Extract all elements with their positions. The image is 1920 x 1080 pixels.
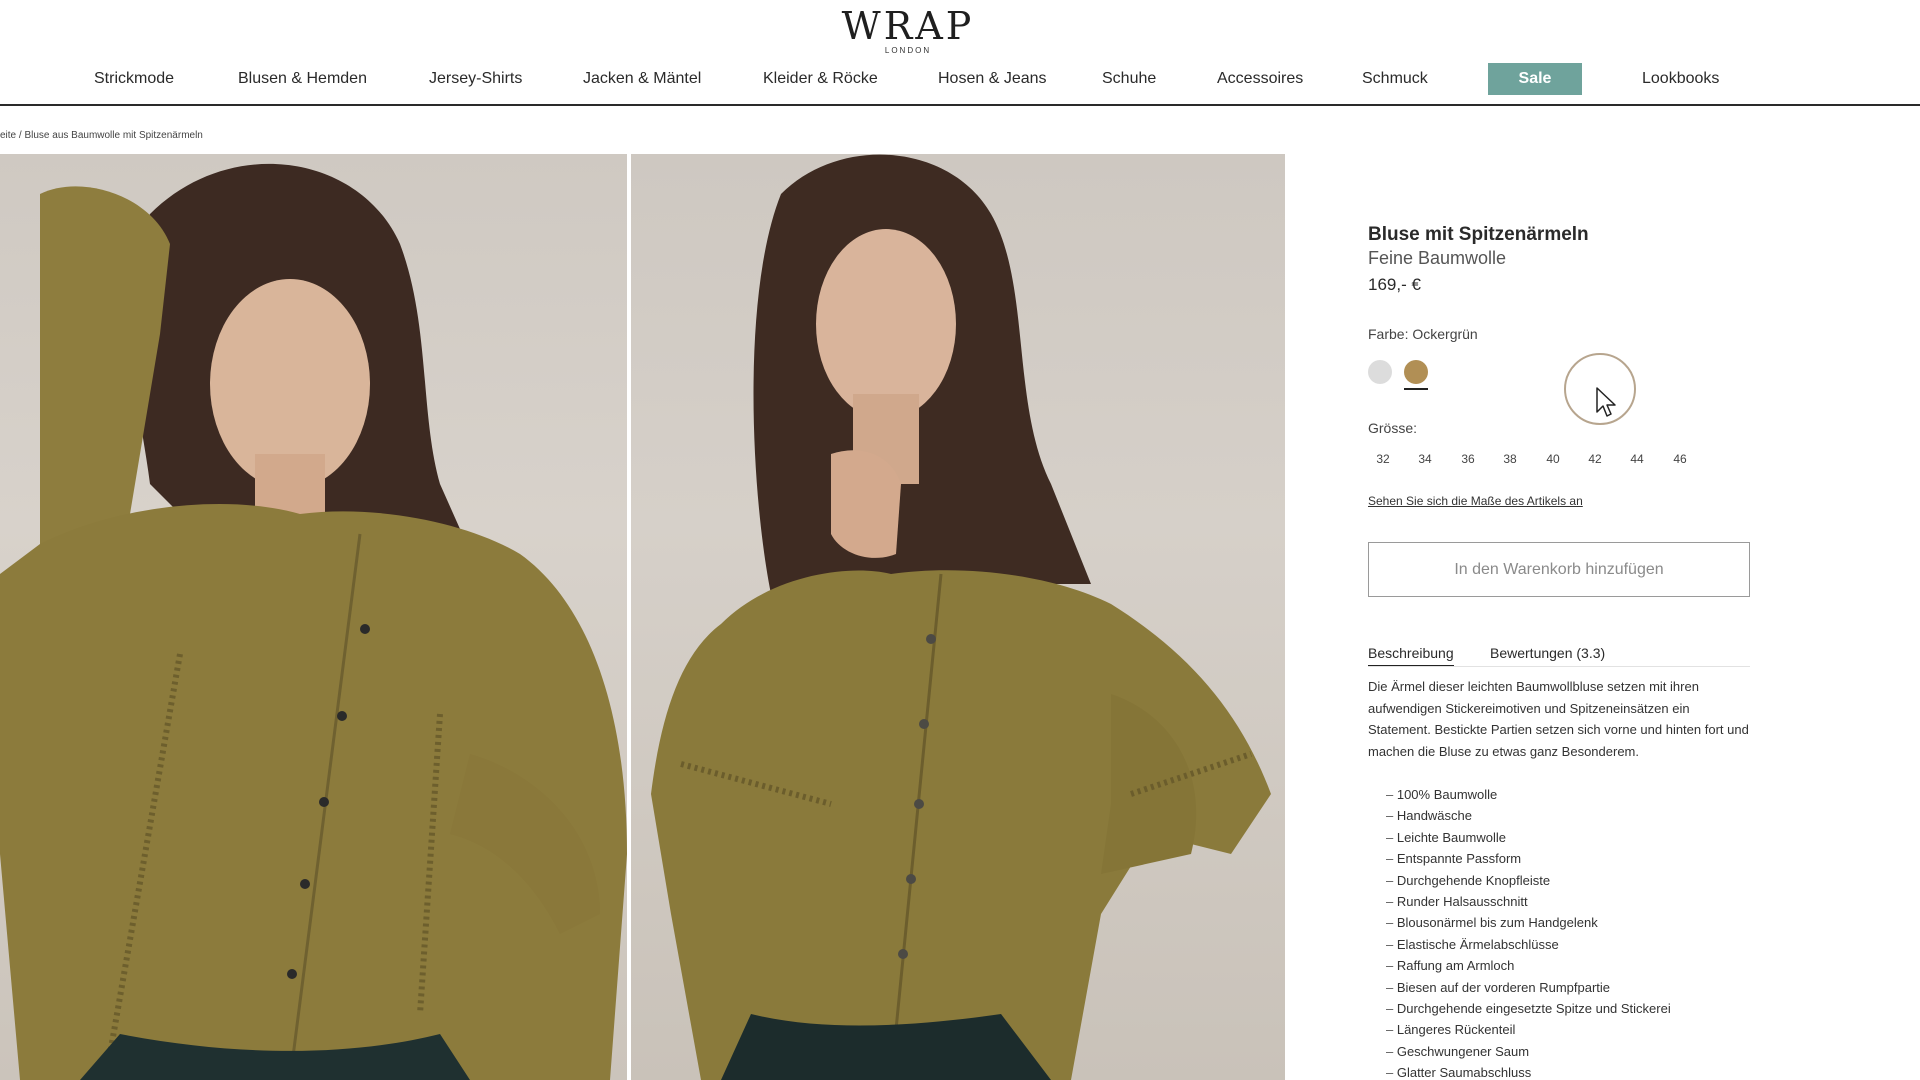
nav-item-schuhe[interactable]: Schuhe xyxy=(1102,63,1156,95)
tab-reviews[interactable]: Bewertungen (3.3) xyxy=(1490,645,1605,665)
feature-item: Blousonärmel bis zum Handgelenk xyxy=(1386,912,1750,933)
feature-item: 100% Baumwolle xyxy=(1386,784,1750,805)
nav-item-strickmode[interactable]: Strickmode xyxy=(94,63,174,95)
size-option-44[interactable]: 44 xyxy=(1622,452,1652,466)
feature-list: 100% Baumwolle Handwäsche Leichte Baumwo… xyxy=(1386,784,1750,1080)
mouse-pointer-icon xyxy=(1596,387,1616,417)
nav-item-jersey-shirts[interactable]: Jersey-Shirts xyxy=(429,63,522,95)
tab-description[interactable]: Beschreibung xyxy=(1368,645,1454,666)
color-swatch-grey[interactable] xyxy=(1368,360,1392,384)
feature-item: Glatter Saumabschluss xyxy=(1386,1062,1750,1080)
brand-sub: LONDON xyxy=(884,46,932,55)
nav-item-kleider-roecke[interactable]: Kleider & Röcke xyxy=(763,63,878,95)
feature-item: Entspannte Passform xyxy=(1386,848,1750,869)
size-option-46[interactable]: 46 xyxy=(1665,452,1695,466)
size-guide-link[interactable]: Sehen Sie sich die Maße des Artikels an xyxy=(1368,494,1583,508)
product-description: Die Ärmel dieser leichten Baumwollbluse … xyxy=(1368,679,1749,759)
feature-item: Raffung am Armloch xyxy=(1386,955,1750,976)
product-title: Bluse mit Spitzenärmeln xyxy=(1368,224,1589,245)
size-option-32[interactable]: 32 xyxy=(1368,452,1398,466)
add-to-cart-button[interactable]: In den Warenkorb hinzufügen xyxy=(1368,542,1750,597)
nav-item-jacken-maentel[interactable]: Jacken & Mäntel xyxy=(583,63,701,95)
feature-item: Runder Halsausschnitt xyxy=(1386,891,1750,912)
nav-item-blusen-hemden[interactable]: Blusen & Hemden xyxy=(238,63,367,95)
size-options: 32 34 36 38 40 42 44 46 xyxy=(1368,452,1728,466)
brand-logo[interactable]: WRAP LONDON xyxy=(0,4,1816,56)
feature-item: Durchgehende Knopfleiste xyxy=(1386,870,1750,891)
feature-item: Geschwungener Saum xyxy=(1386,1041,1750,1062)
color-swatch-ochre[interactable] xyxy=(1404,360,1428,384)
size-label: Grösse: xyxy=(1368,420,1418,436)
breadcrumb[interactable]: eite / Bluse aus Baumwolle mit Spitzenär… xyxy=(0,130,400,141)
model-illustration-1 xyxy=(0,163,627,1080)
selected-swatch-indicator xyxy=(1404,388,1428,390)
nav-item-schmuck[interactable]: Schmuck xyxy=(1362,63,1428,95)
size-option-34[interactable]: 34 xyxy=(1410,452,1440,466)
feature-item: Handwäsche xyxy=(1386,805,1750,826)
main-nav: Strickmode Blusen & Hemden Jersey-Shirts… xyxy=(0,63,1920,95)
nav-item-lookbooks[interactable]: Lookbooks xyxy=(1642,63,1719,95)
product-tabs: Beschreibung Bewertungen (3.3) xyxy=(1368,645,1750,667)
nav-item-accessoires[interactable]: Accessoires xyxy=(1217,63,1303,95)
product-price: 169,- € xyxy=(1368,275,1421,294)
nav-item-sale[interactable]: Sale xyxy=(1488,63,1582,95)
feature-item: Längeres Rückenteil xyxy=(1386,1019,1750,1040)
color-label: Farbe: Ockergrün xyxy=(1368,326,1478,342)
nav-item-hosen-jeans[interactable]: Hosen & Jeans xyxy=(938,63,1047,95)
feature-item: Biesen auf der vorderen Rumpfpartie xyxy=(1386,977,1750,998)
product-image-model[interactable] xyxy=(631,154,1285,1080)
site-header: WRAP LONDON Strickmode Blusen & Hemden J… xyxy=(0,0,1920,106)
size-option-42[interactable]: 42 xyxy=(1580,452,1610,466)
brand-name: WRAP xyxy=(841,4,975,48)
size-option-36[interactable]: 36 xyxy=(1453,452,1483,466)
feature-item: Leichte Baumwolle xyxy=(1386,827,1750,848)
model-illustration-2 xyxy=(651,154,1271,1080)
feature-item: Elastische Ärmelabschlüsse xyxy=(1386,934,1750,955)
product-image-front[interactable] xyxy=(0,154,627,1080)
feature-item: Durchgehende eingesetzte Spitze und Stic… xyxy=(1386,998,1750,1019)
size-option-40[interactable]: 40 xyxy=(1538,452,1568,466)
product-subtitle: Feine Baumwolle xyxy=(1368,248,1507,268)
size-option-38[interactable]: 38 xyxy=(1495,452,1525,466)
